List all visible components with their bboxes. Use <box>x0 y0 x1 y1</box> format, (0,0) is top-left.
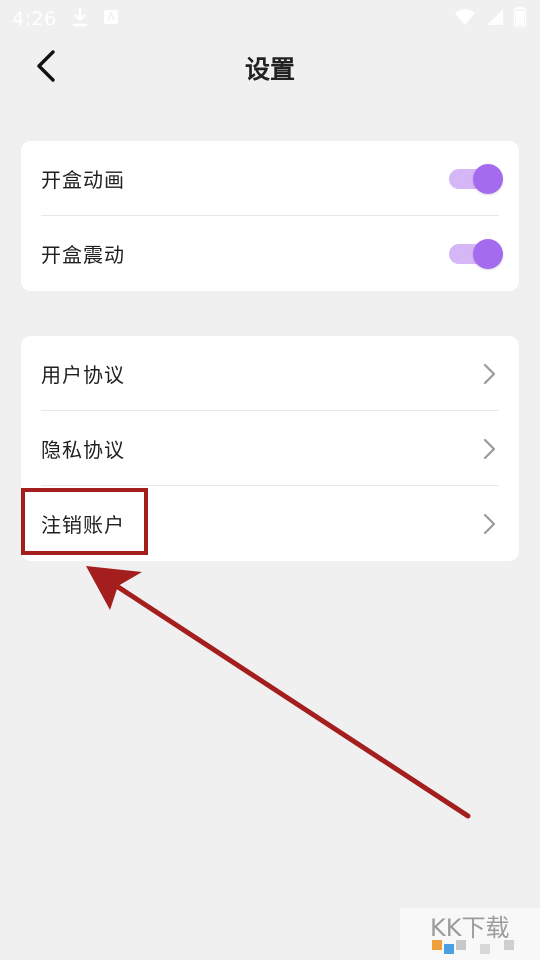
signal-icon <box>486 8 504 30</box>
battery-icon <box>513 7 527 31</box>
svg-text:KK下载: KK下载 <box>430 914 509 942</box>
wifi-icon <box>454 8 476 30</box>
box-vibration-toggle[interactable] <box>449 238 503 269</box>
setting-label: 隐私协议 <box>41 438 125 462</box>
watermark-logo-icon: KK下载 <box>430 914 509 942</box>
chevron-right-icon <box>481 362 497 386</box>
setting-row-delete-account[interactable]: 注销账户 <box>21 486 519 561</box>
watermark-tile <box>480 944 490 954</box>
watermark-logo: KK下载 <box>400 908 540 960</box>
watermark-tile <box>504 940 514 950</box>
app-bar: 设置 <box>0 38 540 100</box>
chevron-right-icon <box>481 512 497 536</box>
status-left: 4:26 <box>12 7 119 31</box>
chevron-right-icon <box>481 437 497 461</box>
watermark-tile <box>444 944 454 954</box>
page-title: 设置 <box>244 55 295 84</box>
setting-row-privacy-agreement[interactable]: 隐私协议 <box>21 411 519 486</box>
setting-row-user-agreement[interactable]: 用户协议 <box>21 336 519 411</box>
watermark-tile <box>456 940 466 950</box>
notification-icon <box>103 9 119 29</box>
status-bar: 4:26 <box>0 0 540 38</box>
setting-label: 开盒震动 <box>41 243 125 267</box>
setting-label: 开盒动画 <box>41 168 125 192</box>
setting-row-box-animation: 开盒动画 <box>21 141 519 216</box>
toggle-thumb <box>473 163 503 194</box>
box-animation-toggle[interactable] <box>449 163 503 194</box>
link-settings-card: 用户协议 隐私协议 注销账户 <box>21 336 519 561</box>
status-right <box>454 7 527 31</box>
setting-label: 注销账户 <box>41 513 125 537</box>
toggle-settings-card: 开盒动画 开盒震动 <box>21 141 519 291</box>
setting-row-box-vibration: 开盒震动 <box>21 216 519 291</box>
toggle-thumb <box>473 238 503 269</box>
setting-label: 用户协议 <box>41 363 125 387</box>
status-time: 4:26 <box>12 8 57 30</box>
watermark-tile <box>432 940 442 950</box>
download-icon <box>71 7 89 31</box>
